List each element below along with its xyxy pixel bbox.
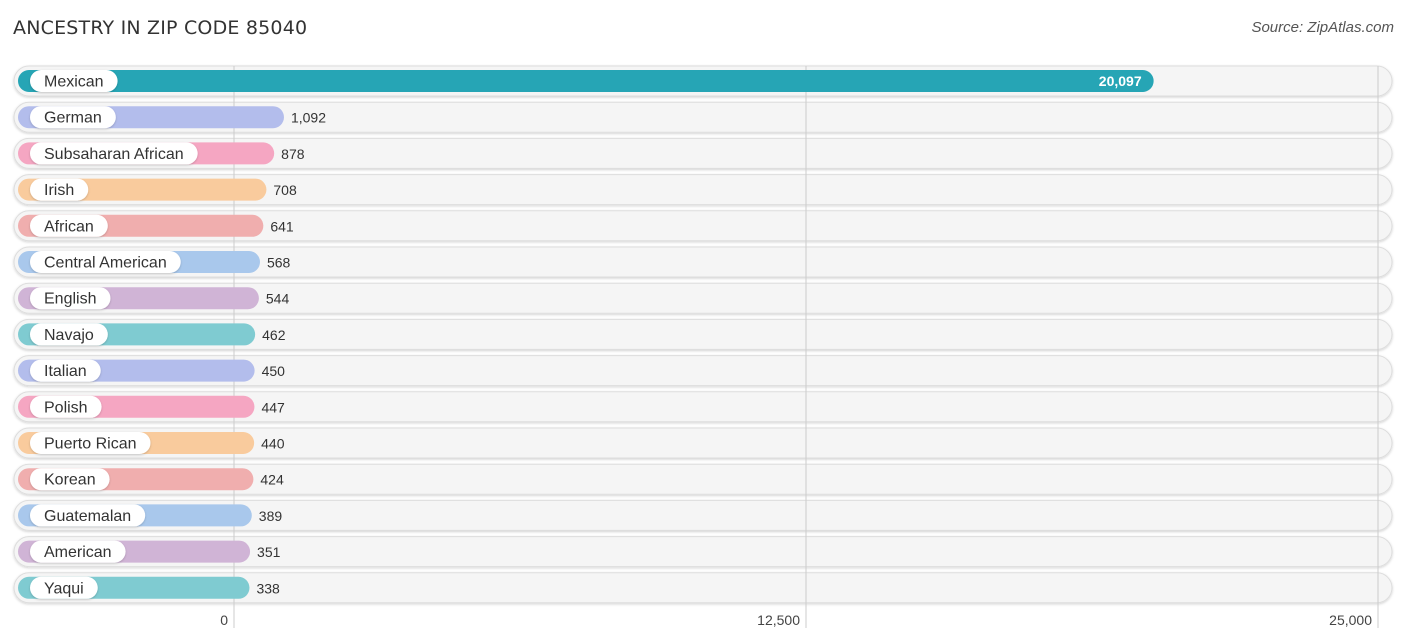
bar-row: Central American 568 [18,251,291,273]
category-label: Navajo [44,327,94,344]
category-label: Korean [44,472,96,489]
category-label: Puerto Rican [44,436,137,453]
bar-row: Italian 450 [18,359,286,382]
category-label: Italian [44,363,87,380]
x-tick-label: 0 [220,612,228,628]
bar-row: American 351 [18,540,281,563]
category-label: Polish [44,399,88,416]
bar-row: Irish 708 [18,178,297,201]
value-label: 450 [262,363,286,379]
category-label: American [44,544,112,561]
bar-row: African 641 [18,214,294,237]
category-label: Central American [44,255,167,272]
category-label: Yaqui [44,580,84,597]
bar-row: Yaqui 338 [18,576,280,599]
x-tick-label: 12,500 [757,612,800,628]
bar-row: Navajo 462 [18,323,286,346]
bar-row: Puerto Rican 440 [18,432,285,454]
value-label: 351 [257,544,281,560]
value-label: 641 [270,218,294,234]
value-label: 20,097 [1099,73,1142,89]
value-label: 708 [273,182,297,198]
value-label: 568 [267,255,291,271]
bar[interactable] [18,70,1154,92]
bar-row: Korean 424 [18,468,284,491]
value-label: 462 [262,327,286,343]
category-label: Mexican [44,74,104,91]
category-label: Irish [44,182,74,199]
value-label: 447 [261,399,285,415]
category-label: Subsaharan African [44,146,184,163]
value-label: 878 [281,146,305,162]
value-label: 338 [256,580,280,596]
bar-chart: Mexican 20,097 German 1,092 Subsaharan Afric… [13,65,1393,628]
category-label: African [44,218,94,235]
value-label: 424 [260,472,284,488]
category-label: Guatemalan [44,508,131,525]
bar-row: Subsaharan African 878 [18,142,305,165]
bar-row: Guatemalan 389 [18,504,283,527]
bar-row: German 1,092 [18,106,326,129]
bar-row: English 544 [18,287,290,310]
category-label: German [44,110,102,127]
value-label: 440 [261,436,285,452]
bar-row: Mexican 20,097 [18,70,1154,92]
value-label: 544 [266,291,290,307]
category-label: English [44,291,96,308]
value-label: 1,092 [291,110,326,126]
x-tick-label: 25,000 [1329,612,1372,628]
value-label: 389 [259,508,283,524]
bar-row: Polish 447 [18,395,285,418]
